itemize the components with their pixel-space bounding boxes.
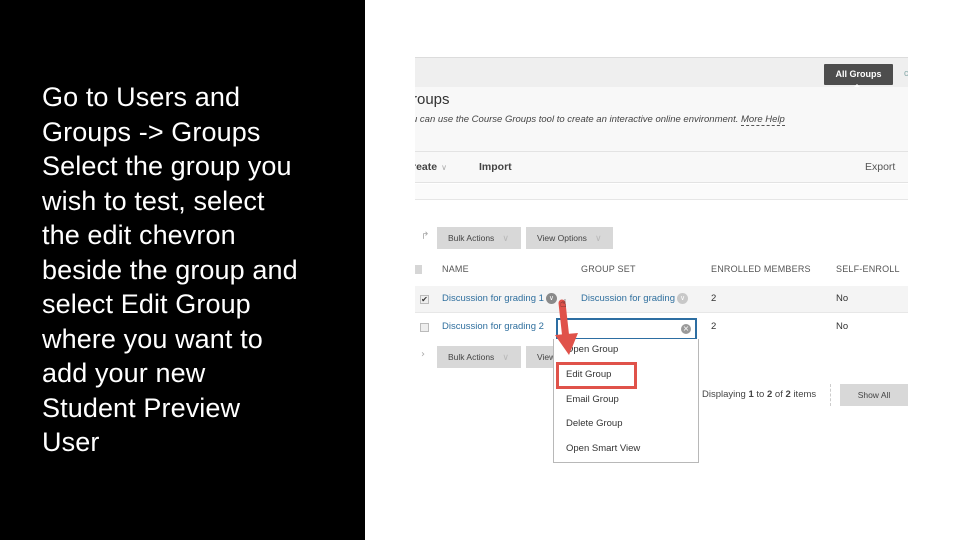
paging-prefix: Displaying — [702, 389, 746, 400]
instruction-line: the edit chevron — [42, 220, 236, 250]
context-menu: Open Group Edit Group Email Group Delete… — [553, 339, 699, 463]
instruction-line: Student Preview — [42, 392, 241, 423]
groups-screenshot: All Groups c roups u can use the Course … — [415, 57, 908, 467]
instruction-panel: Go to Users and Groups -> Groups Select … — [0, 0, 365, 540]
hand-cursor-icon: ☝ — [560, 297, 567, 310]
enrolled-count: 2 — [711, 321, 717, 332]
view-options-button[interactable]: View Options ∨ — [526, 227, 613, 249]
action-bar: reate∨ Import Export — [415, 151, 908, 183]
export-button[interactable]: Export — [865, 161, 895, 173]
menu-item-email-group[interactable]: Email Group — [566, 394, 619, 405]
double-chevron-icon: ∨ — [502, 352, 509, 362]
all-groups-button[interactable]: All Groups — [824, 64, 893, 89]
create-menu[interactable]: reate∨ — [415, 161, 447, 173]
menu-item-delete-group[interactable]: Delete Group — [566, 418, 623, 429]
group-set-link[interactable]: Discussion for grading ∨ — [581, 293, 688, 304]
row-checkbox[interactable]: ✔ — [420, 295, 429, 304]
description-text: u can use the Course Groups tool to crea… — [415, 114, 739, 125]
paging-suffix: items — [793, 389, 817, 400]
bulk-actions-label: Bulk Actions — [448, 233, 495, 243]
group-name-link[interactable]: Discussion for grading 2 — [442, 321, 544, 332]
edit-chevron-icon[interactable]: ∨ — [545, 293, 557, 304]
view-options-label: View Options — [537, 233, 587, 243]
instruction-line: Go to Users and — [42, 82, 241, 112]
row-checkbox[interactable] — [420, 323, 429, 332]
column-header-group-set[interactable]: GROUP SET — [581, 264, 636, 274]
instruction-line: Select the group you — [42, 151, 292, 181]
column-header-name[interactable]: NAME — [442, 264, 469, 274]
page-description: u can use the Course Groups tool to crea… — [415, 114, 785, 126]
partial-icon: c — [904, 68, 908, 78]
instruction-line: select Edit Group — [42, 289, 251, 319]
double-chevron-icon: ∨ — [594, 233, 602, 243]
paging-total: 2 — [785, 389, 791, 400]
group-set-name: Discussion for grading — [581, 293, 675, 305]
more-help-link[interactable]: More Help — [741, 114, 785, 126]
instruction-line: Groups -> Groups — [42, 116, 261, 147]
select-all-checkbox[interactable] — [415, 265, 422, 274]
show-all-button[interactable]: Show All — [840, 384, 908, 406]
dropdown-search-input[interactable]: × — [556, 318, 697, 340]
menu-item-open-group[interactable]: Open Group — [566, 344, 618, 355]
top-bar: All Groups c — [415, 57, 908, 89]
bulk-actions-button-bottom[interactable]: Bulk Actions ∨ — [437, 346, 521, 368]
annotation-highlight-box — [556, 362, 637, 389]
column-header-self-enroll[interactable]: SELF-ENROLL — [836, 264, 900, 274]
instruction-line: where you want to — [42, 323, 263, 354]
column-header-enrolled[interactable]: ENROLLED MEMBERS — [711, 264, 811, 274]
page-title: roups — [415, 91, 450, 108]
paging-from: 1 — [748, 389, 754, 400]
instruction-text: Go to Users and Groups -> Groups Select … — [42, 80, 342, 460]
double-chevron-icon: ∨ — [502, 233, 509, 243]
table-row: ✔ Discussion for grading 1 ∨ Discussion f… — [415, 286, 908, 313]
tree-connector-icon: › — [421, 349, 425, 360]
menu-item-open-smart-view[interactable]: Open Smart View — [566, 443, 640, 454]
instruction-line: User — [42, 427, 100, 457]
paging-of-word: of — [774, 389, 783, 400]
group-name-link[interactable]: Discussion for grading 1 ∨ — [442, 293, 557, 304]
page-header: roups u can use the Course Groups tool t… — [415, 87, 908, 151]
divider — [830, 384, 831, 406]
paging-to: 2 — [766, 389, 773, 400]
chevron-down-icon[interactable]: ∨ — [677, 293, 688, 304]
instruction-line: add your new — [42, 358, 206, 388]
divider-bar — [415, 184, 908, 200]
self-enroll-value: No — [836, 321, 849, 332]
self-enroll-value: No — [836, 293, 849, 304]
clear-icon[interactable]: × — [681, 324, 691, 334]
paging-info: Displaying 1 to 2 of 2 items — [702, 389, 816, 400]
bulk-actions-label: Bulk Actions — [448, 352, 495, 362]
instruction-line: beside the group and — [42, 254, 298, 285]
tree-connector-icon: ↱ — [421, 231, 430, 242]
bulk-actions-button[interactable]: Bulk Actions ∨ — [437, 227, 521, 249]
enrolled-count: 2 — [711, 293, 717, 304]
instruction-line: wish to test, select — [42, 185, 265, 216]
import-button[interactable]: Import — [479, 161, 512, 173]
paging-to-word: to — [756, 389, 765, 400]
create-label: reate — [415, 161, 438, 173]
group-name: Discussion for grading 1 — [442, 293, 544, 305]
chevron-down-icon: ∨ — [441, 163, 447, 172]
